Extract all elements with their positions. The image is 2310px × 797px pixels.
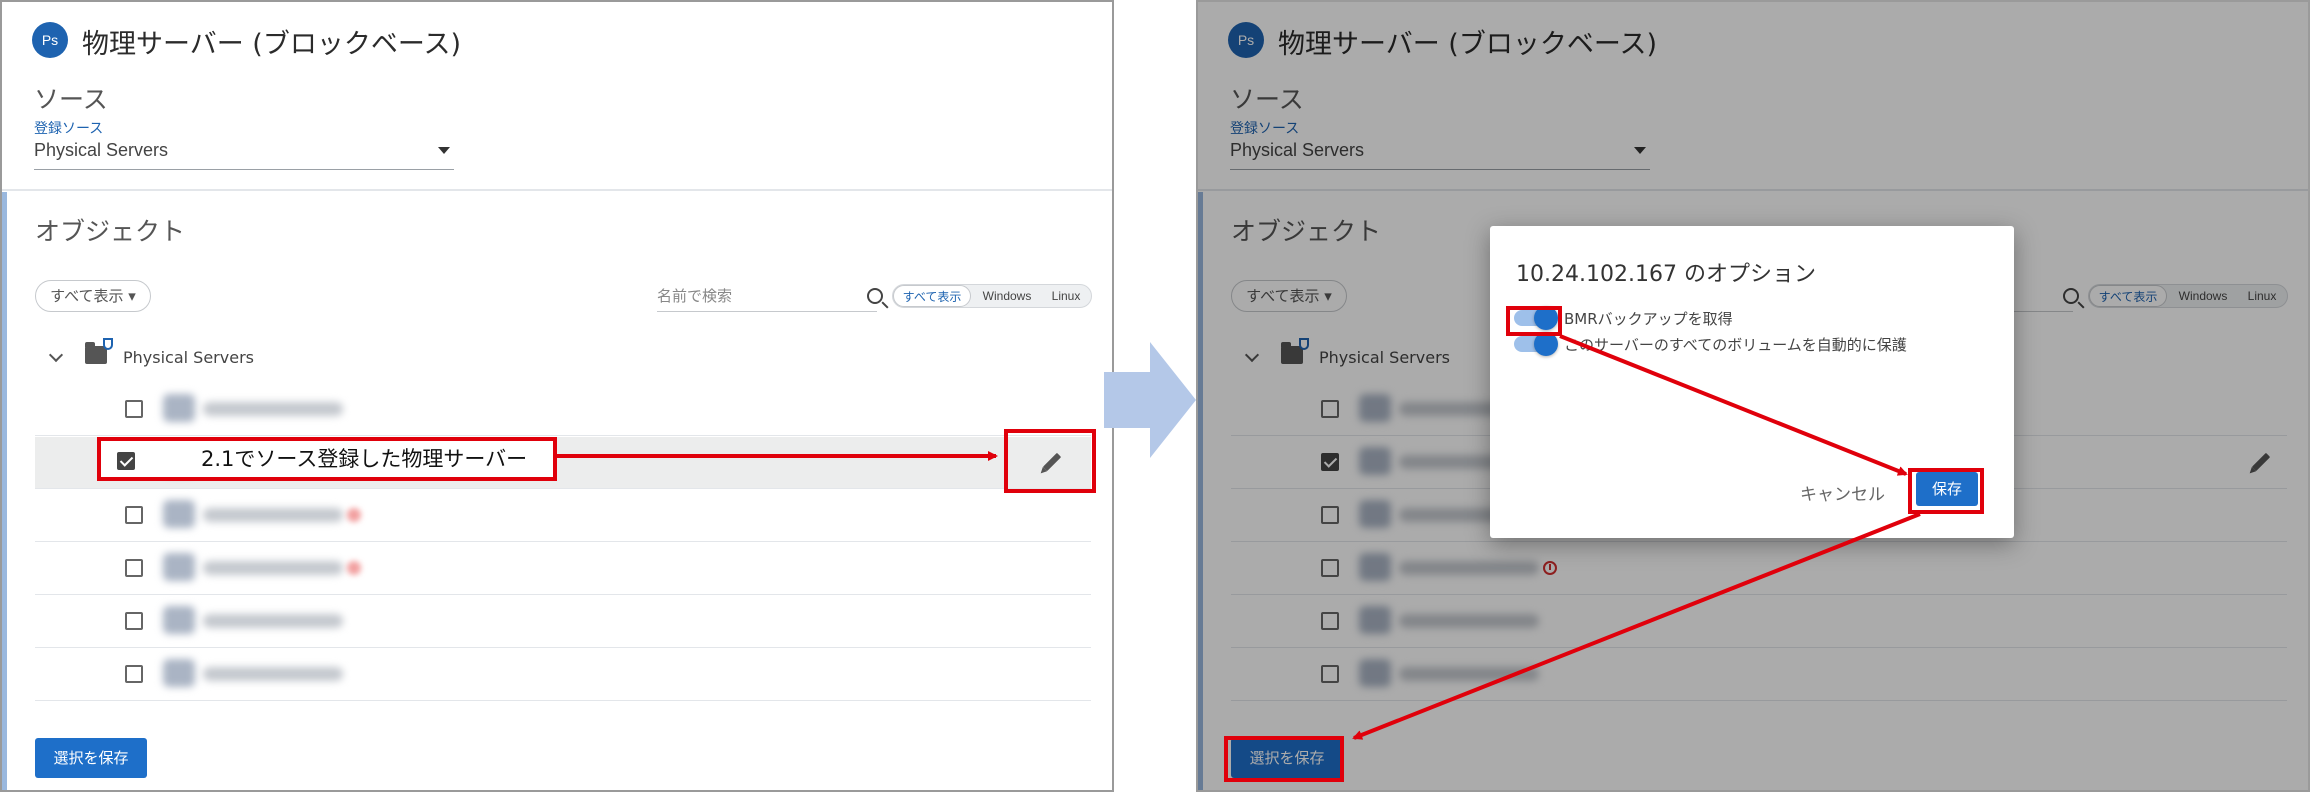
page-title: 物理サーバー (ブロックベース)	[82, 29, 462, 60]
left-screenshot-panel: Ps 物理サーバー (ブロックベース) ソース 登録ソース Physical S…	[0, 0, 1114, 792]
table-row[interactable]	[35, 543, 1091, 595]
server-icon	[163, 606, 195, 634]
page-header: Ps 物理サーバー (ブロックベース) ソース 登録ソース Physical S…	[2, 2, 1112, 191]
search-placeholder: 名前で検索	[657, 287, 733, 305]
objects-section: オブジェクト すべて表示 ▾ 名前で検索 すべて表示 Windows Linux…	[2, 192, 1112, 790]
annotation-callout: 2.1でソース登録した物理サーバー	[97, 437, 557, 481]
search-input[interactable]: 名前で検索	[657, 284, 883, 312]
annotation-save-box	[1908, 468, 1984, 514]
annotation-edit-box	[1004, 429, 1096, 493]
caret-down-icon	[438, 147, 450, 154]
search-icon[interactable]	[867, 288, 883, 304]
cancel-button[interactable]: キャンセル	[1800, 480, 1885, 505]
auto-protect-label: このサーバーのすべてのボリュームを自動的に保護	[1564, 336, 1907, 354]
row-checkbox[interactable]	[125, 506, 143, 524]
table-row[interactable]	[35, 384, 1091, 436]
save-selection-button[interactable]: 選択を保存	[35, 738, 147, 778]
redacted-server-name	[203, 402, 343, 416]
tree-root-label: Physical Servers	[123, 348, 254, 367]
filter-dropdown[interactable]: すべて表示 ▾	[35, 280, 151, 312]
pencil-icon[interactable]	[1042, 452, 1062, 472]
server-icon	[163, 394, 195, 422]
bmr-backup-label: BMRバックアップを取得	[1564, 310, 1733, 328]
row-checkbox[interactable]	[125, 612, 143, 630]
row-checkbox[interactable]	[125, 559, 143, 577]
flow-arrow	[1104, 342, 1196, 458]
table-row[interactable]	[35, 596, 1091, 648]
seg-all[interactable]: すべて表示	[893, 285, 971, 307]
warning-icon	[347, 561, 361, 575]
redacted-server-name	[203, 614, 343, 628]
seg-linux[interactable]: Linux	[1041, 285, 1091, 307]
source-select[interactable]: Physical Servers	[34, 140, 454, 170]
dialog-title: 10.24.102.167 のオプション	[1516, 262, 1816, 287]
redacted-server-name	[203, 667, 343, 681]
source-select-value: Physical Servers	[34, 140, 169, 160]
annotation-text: 2.1でソース登録した物理サーバー	[201, 447, 528, 471]
row-checkbox[interactable]	[125, 400, 143, 418]
redacted-server-name	[203, 508, 343, 522]
server-icon	[163, 659, 195, 687]
seg-windows[interactable]: Windows	[973, 285, 1041, 307]
chevron-down-icon[interactable]	[48, 347, 64, 363]
os-filter-toggle: すべて表示 Windows Linux	[892, 284, 1092, 308]
annotation-save-selection-box	[1224, 736, 1344, 782]
annotation-toggle-box	[1506, 306, 1562, 336]
shield-icon	[103, 338, 113, 350]
table-row[interactable]	[35, 490, 1091, 542]
app-badge-icon: Ps	[32, 22, 68, 58]
auto-protect-toggle[interactable]	[1514, 332, 1558, 356]
server-icon	[163, 500, 195, 528]
warning-icon	[347, 508, 361, 522]
source-field-label: 登録ソース	[34, 121, 104, 137]
server-icon	[163, 553, 195, 581]
row-checkbox[interactable]	[125, 665, 143, 683]
source-heading: ソース	[34, 85, 108, 114]
table-row[interactable]	[35, 649, 1091, 701]
objects-heading: オブジェクト	[35, 217, 186, 246]
redacted-server-name	[203, 561, 343, 575]
right-screenshot-panel: Ps 物理サーバー (ブロックベース) ソース 登録ソース Physical S…	[1196, 0, 2310, 792]
callout-checkbox	[117, 452, 135, 470]
